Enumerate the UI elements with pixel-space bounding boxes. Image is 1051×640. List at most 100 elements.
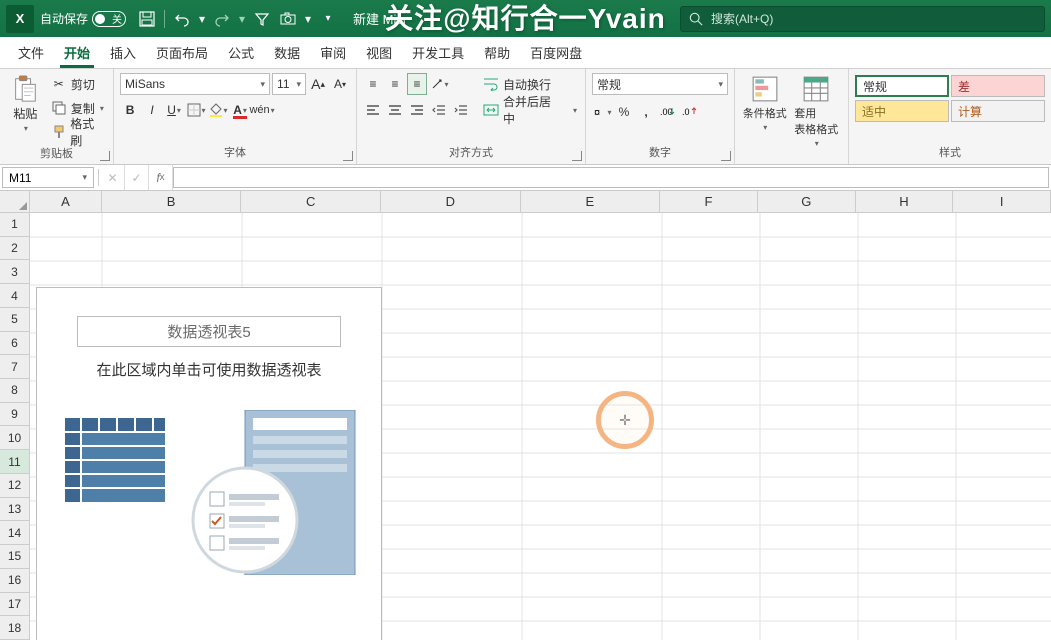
cancel-formula-icon[interactable]: ✕	[101, 165, 125, 190]
autosave[interactable]: 自动保存 关	[40, 10, 126, 27]
accept-formula-icon[interactable]: ✓	[125, 165, 149, 190]
row-header-16[interactable]: 16	[0, 569, 30, 593]
style-normal[interactable]: 常规	[855, 75, 949, 97]
border-button[interactable]: ▾	[186, 99, 206, 121]
formula-input[interactable]	[173, 167, 1049, 188]
search-input[interactable]: 搜索(Alt+Q)	[680, 6, 1045, 32]
row-header-6[interactable]: 6	[0, 332, 30, 356]
row-header-9[interactable]: 9	[0, 403, 30, 427]
decrease-decimal-icon[interactable]: .0	[680, 101, 700, 123]
qat-customize-icon[interactable]: ▾	[316, 7, 340, 31]
row-header-17[interactable]: 17	[0, 593, 30, 617]
comma-icon[interactable]: ,	[636, 101, 656, 123]
align-top-icon[interactable]: ≡	[363, 73, 383, 95]
row-header-12[interactable]: 12	[0, 474, 30, 498]
paste-button[interactable]: 粘贴 ▾	[6, 73, 45, 135]
col-header-E[interactable]: E	[521, 191, 661, 213]
row-header-10[interactable]: 10	[0, 426, 30, 450]
row-header-11[interactable]: 11	[0, 450, 30, 474]
style-bad[interactable]: 差	[951, 75, 1045, 97]
font-color-button[interactable]: A▾	[230, 99, 250, 121]
merge-center-button[interactable]: 合并后居中▾	[481, 99, 579, 121]
select-all-corner[interactable]	[0, 191, 30, 213]
tab-帮助[interactable]: 帮助	[474, 37, 520, 68]
font-name-combo[interactable]: MiSans▾	[120, 73, 270, 95]
style-neutral[interactable]: 适中	[855, 100, 949, 122]
undo-icon[interactable]	[170, 7, 194, 31]
currency-icon[interactable]: ¤▾	[592, 101, 612, 123]
column-headers[interactable]: ABCDEFGHI	[30, 191, 1051, 213]
row-header-5[interactable]: 5	[0, 308, 30, 332]
camera-dropdown-icon[interactable]: ▾	[302, 7, 314, 31]
col-header-A[interactable]: A	[30, 191, 102, 213]
cut-button[interactable]: ✂剪切	[49, 73, 107, 95]
worksheet-grid[interactable]: ABCDEFGHI 123456789101112131415161718 数据…	[0, 191, 1051, 640]
row-header-7[interactable]: 7	[0, 355, 30, 379]
redo-dropdown-icon[interactable]: ▾	[236, 7, 248, 31]
fill-color-button[interactable]: ▾	[208, 99, 228, 121]
col-header-H[interactable]: H	[856, 191, 954, 213]
col-header-G[interactable]: G	[758, 191, 856, 213]
fx-icon[interactable]: fx	[149, 165, 173, 190]
row-header-1[interactable]: 1	[0, 213, 30, 237]
row-header-15[interactable]: 15	[0, 545, 30, 569]
increase-font-icon[interactable]: A▴	[308, 73, 328, 95]
format-as-table-button[interactable]: 套用 表格格式▾	[791, 73, 842, 150]
increase-decimal-icon[interactable]: .00	[658, 101, 678, 123]
col-header-I[interactable]: I	[953, 191, 1051, 213]
row-header-2[interactable]: 2	[0, 237, 30, 261]
orientation-icon[interactable]: ▾	[429, 73, 449, 95]
number-format-combo[interactable]: 常规▾	[592, 73, 728, 95]
tab-开始[interactable]: 开始	[54, 37, 100, 68]
camera-icon[interactable]	[276, 7, 300, 31]
row-header-8[interactable]: 8	[0, 379, 30, 403]
underline-button[interactable]: U▾	[164, 99, 184, 121]
undo-dropdown-icon[interactable]: ▾	[196, 7, 208, 31]
font-size-combo[interactable]: 11▾	[272, 73, 306, 95]
col-header-C[interactable]: C	[241, 191, 381, 213]
tab-数据[interactable]: 数据	[264, 37, 310, 68]
italic-button[interactable]: I	[142, 99, 162, 121]
number-launcher-icon[interactable]	[721, 151, 731, 161]
align-center-icon[interactable]	[385, 99, 405, 121]
row-header-13[interactable]: 13	[0, 498, 30, 522]
bold-button[interactable]: B	[120, 99, 140, 121]
row-header-4[interactable]: 4	[0, 284, 30, 308]
save-icon[interactable]	[135, 7, 159, 31]
alignment-launcher-icon[interactable]	[572, 151, 582, 161]
style-calc[interactable]: 计算	[951, 100, 1045, 122]
clipboard-launcher-icon[interactable]	[100, 151, 110, 161]
decrease-font-icon[interactable]: A▾	[330, 73, 350, 95]
tab-公式[interactable]: 公式	[218, 37, 264, 68]
row-header-3[interactable]: 3	[0, 260, 30, 284]
col-header-F[interactable]: F	[660, 191, 758, 213]
align-bottom-icon[interactable]: ≡	[407, 73, 427, 95]
col-header-D[interactable]: D	[381, 191, 521, 213]
tab-审阅[interactable]: 审阅	[310, 37, 356, 68]
font-launcher-icon[interactable]	[343, 151, 353, 161]
decrease-indent-icon[interactable]	[429, 99, 449, 121]
tab-视图[interactable]: 视图	[356, 37, 402, 68]
autosave-toggle[interactable]: 关	[92, 11, 126, 27]
align-right-icon[interactable]	[407, 99, 427, 121]
row-header-14[interactable]: 14	[0, 521, 30, 545]
increase-indent-icon[interactable]	[451, 99, 471, 121]
align-left-icon[interactable]	[363, 99, 383, 121]
name-box[interactable]: M11▾	[2, 167, 94, 188]
filter-icon[interactable]	[250, 7, 274, 31]
pivot-placeholder[interactable]: 数据透视表5 在此区域内单击可使用数据透视表	[36, 287, 382, 640]
format-painter-button[interactable]: 格式刷	[49, 121, 107, 143]
conditional-format-button[interactable]: 条件格式▾	[741, 73, 789, 134]
row-headers[interactable]: 123456789101112131415161718	[0, 213, 30, 640]
percent-icon[interactable]: %	[614, 101, 634, 123]
tab-开发工具[interactable]: 开发工具	[402, 37, 474, 68]
redo-icon[interactable]	[210, 7, 234, 31]
phonetic-button[interactable]: wén▾	[252, 99, 272, 121]
tab-插入[interactable]: 插入	[100, 37, 146, 68]
tab-文件[interactable]: 文件	[8, 37, 54, 68]
align-middle-icon[interactable]: ≡	[385, 73, 405, 95]
col-header-B[interactable]: B	[102, 191, 242, 213]
tab-页面布局[interactable]: 页面布局	[146, 37, 218, 68]
row-header-18[interactable]: 18	[0, 616, 30, 640]
tab-百度网盘[interactable]: 百度网盘	[520, 37, 592, 68]
